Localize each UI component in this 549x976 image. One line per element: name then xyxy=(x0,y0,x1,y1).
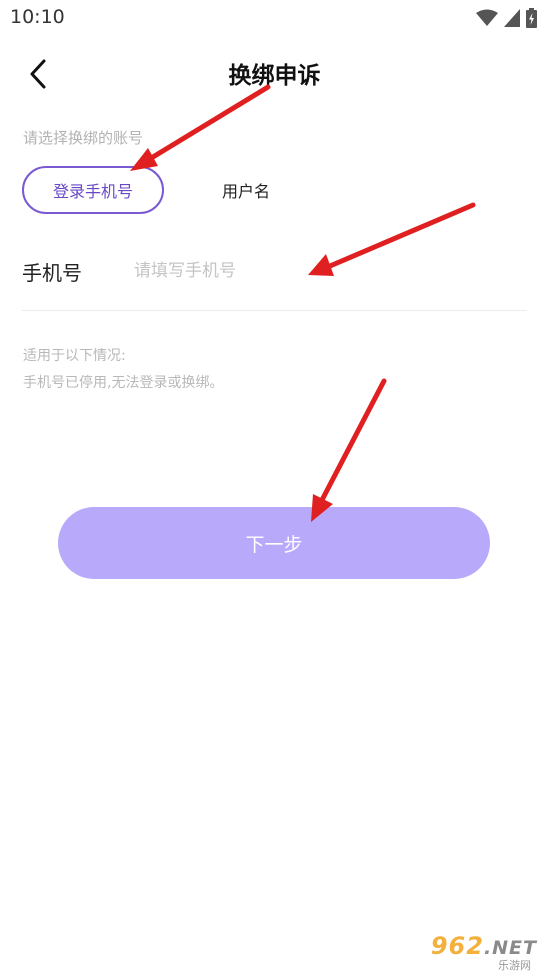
notice-line-2: 手机号已停用,无法登录或换绑。 xyxy=(23,375,224,391)
next-button[interactable]: 下一步 xyxy=(58,507,490,579)
wifi-icon xyxy=(476,9,498,26)
phone-field-row: 手机号 xyxy=(22,240,527,311)
tab-login-phone[interactable]: 登录手机号 xyxy=(22,166,164,214)
status-icons xyxy=(476,8,537,28)
page-title: 换绑申诉 xyxy=(228,63,321,89)
battery-charging-icon xyxy=(526,8,537,28)
account-type-tabs: 登录手机号 用户名 xyxy=(22,164,270,216)
phone-label: 手机号 xyxy=(22,261,82,285)
watermark-main: 962.NET xyxy=(430,932,537,960)
phone-input[interactable] xyxy=(134,256,514,286)
watermark-net: .NET xyxy=(483,937,537,959)
watermark-logo: 962.NET 乐游网 xyxy=(405,932,541,972)
tab-username[interactable]: 用户名 xyxy=(222,178,270,202)
status-bar: 10:10 xyxy=(0,0,549,38)
annotation-arrow-3 xyxy=(311,378,387,522)
status-time: 10:10 xyxy=(10,6,65,28)
notice-text: 适用于以下情况: 手机号已停用,无法登录或换绑。 xyxy=(23,343,223,397)
notice-line-1: 适用于以下情况: xyxy=(23,348,126,364)
cell-signal-icon xyxy=(504,9,520,27)
account-select-hint: 请选择换绑的账号 xyxy=(23,129,144,147)
watermark-sub: 乐游网 xyxy=(498,959,531,972)
nav-bar: 换绑申诉 xyxy=(0,40,549,104)
